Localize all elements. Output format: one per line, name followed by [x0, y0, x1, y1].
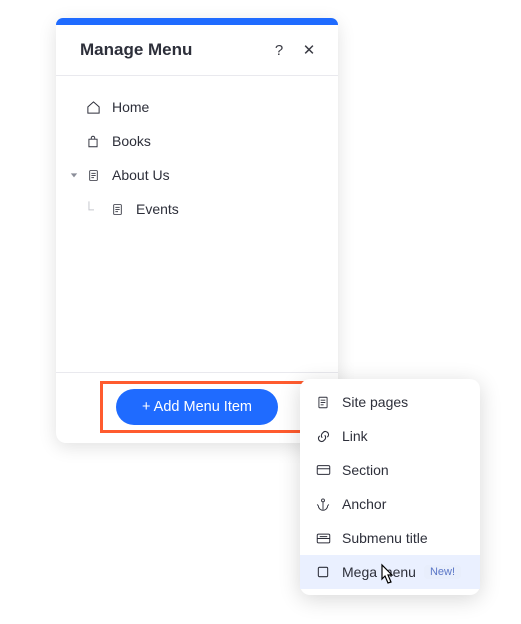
dropdown-item-label: Anchor	[342, 496, 386, 512]
menu-item-books[interactable]: Books	[66, 124, 328, 158]
menu-item-label: About Us	[104, 167, 170, 183]
panel-title: Manage Menu	[80, 40, 260, 60]
new-badge: New!	[424, 565, 461, 579]
dropdown-item-label: Site pages	[342, 394, 408, 410]
anchor-icon	[312, 497, 334, 512]
help-icon[interactable]: ?	[268, 39, 290, 61]
page-icon	[106, 202, 128, 217]
dropdown-item-link[interactable]: Link	[300, 419, 480, 453]
dropdown-item-label: Section	[342, 462, 389, 478]
caret-down-icon[interactable]	[66, 171, 82, 179]
menu-item-label: Books	[104, 133, 151, 149]
menu-item-events[interactable]: └ Events	[66, 192, 328, 226]
add-menu-item-button[interactable]: + Add Menu Item	[116, 389, 278, 425]
add-menu-item-label: + Add Menu Item	[142, 399, 252, 415]
panel-accent-bar	[56, 18, 338, 25]
submenu-icon	[312, 532, 334, 545]
menu-item-home[interactable]: Home	[66, 90, 328, 124]
dropdown-item-label: Submenu title	[342, 530, 428, 546]
dropdown-item-mega-menu[interactable]: Mega menu New!	[300, 555, 480, 589]
dropdown-item-submenu-title[interactable]: Submenu title	[300, 521, 480, 555]
menu-item-label: Events	[128, 201, 179, 217]
dropdown-item-label: Mega menu	[342, 564, 416, 580]
menu-tree: Home Books About Us └ Events	[56, 76, 338, 372]
dropdown-item-section[interactable]: Section	[300, 453, 480, 487]
home-icon	[82, 100, 104, 115]
add-item-dropdown: Site pages Link Section Anchor Submenu t…	[300, 379, 480, 595]
page-icon	[82, 168, 104, 183]
page-icon	[312, 395, 334, 410]
link-icon	[312, 429, 334, 444]
square-icon	[312, 565, 334, 579]
panel-header: Manage Menu ? ✕	[56, 25, 338, 76]
bag-icon	[82, 134, 104, 149]
close-icon[interactable]: ✕	[298, 39, 320, 61]
menu-item-about-us[interactable]: About Us	[66, 158, 328, 192]
manage-menu-panel: Manage Menu ? ✕ Home Books About	[56, 18, 338, 443]
panel-footer: + Add Menu Item	[56, 372, 338, 443]
dropdown-item-site-pages[interactable]: Site pages	[300, 385, 480, 419]
tree-branch-icon: └	[84, 201, 94, 217]
dropdown-item-anchor[interactable]: Anchor	[300, 487, 480, 521]
dropdown-item-label: Link	[342, 428, 368, 444]
section-icon	[312, 464, 334, 476]
menu-item-label: Home	[104, 99, 149, 115]
